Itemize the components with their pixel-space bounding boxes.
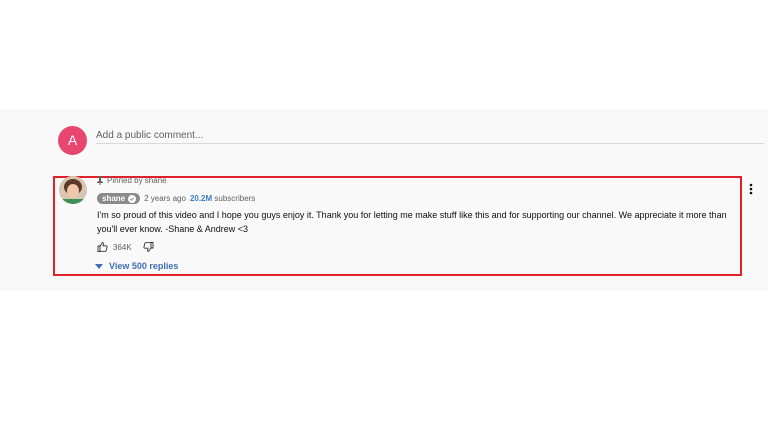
- like-count: 364K: [113, 242, 132, 252]
- pinned-text: Pinned by shane: [107, 176, 167, 185]
- pin-icon: [97, 176, 103, 185]
- view-replies-label: View 500 replies: [109, 261, 179, 271]
- subscriber-label: subscribers: [214, 194, 256, 203]
- comment-header: shane 2 years ago 20.2M subscribers: [97, 193, 255, 204]
- comment-timestamp[interactable]: 2 years ago: [144, 194, 186, 203]
- author-badge[interactable]: shane: [97, 193, 141, 204]
- current-user-avatar: A: [58, 126, 87, 155]
- author-name: shane: [102, 194, 126, 203]
- view-replies-button[interactable]: View 500 replies: [95, 261, 178, 271]
- subscriber-count: 20.2M: [189, 194, 213, 203]
- verified-icon: [128, 194, 137, 203]
- pinned-label: Pinned by shane: [97, 176, 167, 185]
- comment-actions: 364K: [97, 242, 154, 252]
- chevron-down-icon: [95, 261, 103, 271]
- like-icon[interactable]: [97, 242, 108, 252]
- author-avatar[interactable]: [59, 176, 87, 204]
- more-vert-icon[interactable]: [747, 182, 755, 196]
- subscriber-info: 20.2M subscribers: [190, 194, 255, 203]
- dislike-icon[interactable]: [143, 242, 154, 252]
- comment-text: I'm so proud of this video and I hope yo…: [97, 210, 727, 234]
- add-comment-input[interactable]: [96, 127, 764, 144]
